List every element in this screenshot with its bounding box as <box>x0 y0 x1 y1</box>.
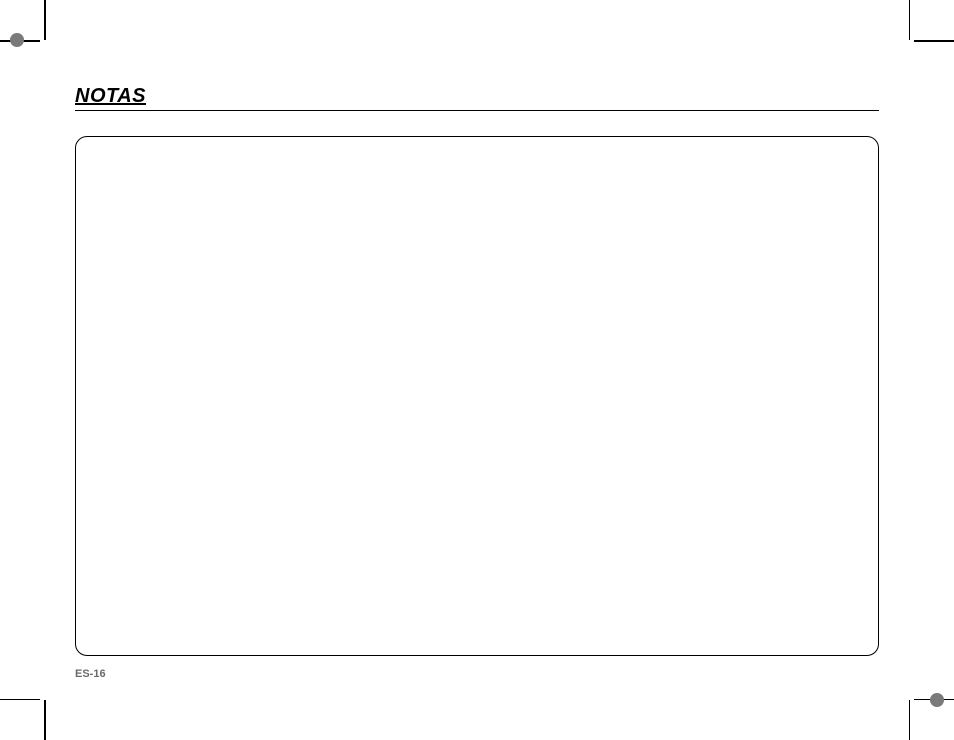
crop-mark <box>909 700 911 740</box>
registration-mark <box>930 693 944 707</box>
heading-wrapper: NOTAS <box>75 85 879 111</box>
page-heading: NOTAS <box>75 85 146 108</box>
crop-mark <box>914 40 954 42</box>
page-number: ES-16 <box>75 668 106 680</box>
crop-mark <box>44 700 46 740</box>
crop-mark <box>909 0 911 40</box>
page-content: NOTAS <box>75 85 879 670</box>
registration-mark <box>10 33 24 47</box>
crop-mark <box>0 699 40 701</box>
crop-mark <box>44 0 46 40</box>
notes-box <box>75 136 879 656</box>
